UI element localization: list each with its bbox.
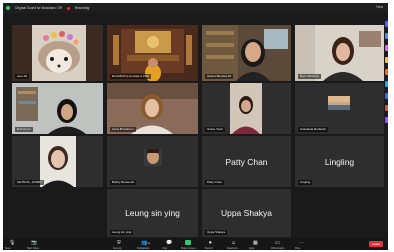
participants-label: Participants (137, 247, 150, 250)
chat-button[interactable]: 💬 Chat (162, 240, 172, 250)
participant-photo (202, 25, 291, 81)
video-tile[interactable]: Patty Chan Patty Chan (202, 136, 291, 187)
recording-label: Recording (74, 6, 90, 10)
shrine-photo (107, 25, 198, 81)
reactions-button[interactable]: ☺ Reactions (227, 240, 238, 250)
participant-name: Bryn Kitchens (298, 74, 321, 79)
video-tile[interactable]: GETNOS, JASMN (12, 136, 103, 187)
participants-button[interactable]: 👥14 Participants (137, 240, 151, 250)
video-tile[interactable]: Hanna Benidet-04 (202, 25, 291, 81)
whiteboards-button[interactable]: ▭ Whiteboards (271, 240, 284, 250)
mute-label: Mute (5, 247, 11, 250)
participant-name: Anastasia Rodamin (298, 127, 329, 132)
participant-name: Lingling (298, 180, 313, 185)
participants-count: 14 (147, 242, 151, 245)
participant-name: Hanna Benidet-04 (205, 74, 234, 79)
more-label: More (295, 247, 301, 250)
participant-name: Bobby Berwerds (110, 180, 137, 185)
app-icon[interactable] (385, 93, 388, 99)
video-tile[interactable]: Lingling Lingling (295, 136, 384, 187)
video-tile[interactable]: Bryn Kitchens (295, 25, 384, 81)
participant-name: Grace Yeah (205, 127, 225, 132)
meeting-toolbar: 🎙 Mute 📷 Start Video ⛨ Security 👥14 Particip… (3, 238, 388, 250)
video-tile[interactable]: Anna Brusdmen (107, 83, 198, 134)
video-label: Start Video (27, 247, 39, 250)
mute-button[interactable]: 🎙 Mute (5, 240, 15, 250)
video-button[interactable]: 📷 Start Video (27, 240, 39, 250)
participant-name: Emma Lin (15, 127, 33, 132)
original-sound-label[interactable]: Original Sound for Musicians: Off (15, 6, 62, 10)
participant-name: Rev/ath(Ps) (ecc)apt a.CNN (110, 74, 152, 79)
video-tile[interactable]: Bobby Berwerds (107, 136, 198, 187)
app-icon[interactable] (385, 33, 388, 39)
app-icon[interactable] (385, 57, 388, 63)
participant-name: user-01 (15, 74, 30, 79)
share-label: Share Screen (181, 247, 196, 250)
video-tile[interactable]: Leung sin ying Leung sin ying (107, 189, 198, 237)
participant-name: Patty Chan (205, 180, 224, 185)
participant-name: Anna Brusdmen (110, 127, 136, 132)
app-sidebar (385, 21, 388, 129)
video-tile[interactable]: Grace Yeah (202, 83, 291, 134)
security-label: Security (113, 247, 122, 250)
zoom-window: user-01 Rev/ath(Ps) (ecc)apt a.CNN Hanna… (3, 3, 388, 248)
gallery-grid: user-01 Rev/ath(Ps) (ecc)apt a.CNN Hanna… (3, 3, 388, 248)
participant-name: Uppa Shakya (205, 230, 228, 235)
video-tile[interactable]: user-01 (12, 25, 103, 81)
more-button[interactable]: ⋯ More (295, 240, 304, 250)
chat-label: Chat (162, 247, 168, 250)
title-bar: Original Sound for Musicians: Off Record… (3, 3, 388, 13)
video-tile[interactable]: Uppa Shakya Uppa Shakya (202, 189, 291, 237)
view-button[interactable]: View (376, 5, 383, 9)
app-icon[interactable] (385, 117, 388, 123)
video-tile[interactable]: Anastasia Rodamin (295, 83, 384, 134)
security-button[interactable]: ⛨ Security (113, 240, 122, 250)
hedgehog-photo (12, 25, 103, 81)
recording-icon (66, 6, 70, 10)
video-tile[interactable]: Emma Lin (12, 83, 103, 134)
participant-name: GETNOS, JASMN (15, 180, 44, 185)
share-screen-icon (185, 240, 191, 245)
app-icon[interactable] (385, 105, 388, 111)
app-icon[interactable] (385, 45, 388, 51)
reactions-label: Reactions (227, 247, 238, 250)
shield-icon[interactable] (6, 6, 10, 10)
leave-button[interactable]: Leave (369, 241, 383, 247)
record-button[interactable]: ⏺ Record (205, 240, 213, 250)
app-icon[interactable] (385, 21, 388, 27)
whiteboards-label: Whiteboards (271, 247, 285, 250)
record-label: Record (205, 247, 213, 250)
apps-button[interactable]: ▦ Apps (249, 240, 258, 250)
video-tile[interactable]: Rev/ath(Ps) (ecc)apt a.CNN (107, 25, 198, 81)
participant-name: Leung sin ying (110, 230, 134, 235)
share-screen-button[interactable]: Share Screen (181, 240, 196, 250)
apps-label: Apps (249, 247, 255, 250)
participant-photo (295, 25, 384, 81)
app-icon[interactable] (385, 81, 388, 87)
app-icon[interactable] (385, 69, 388, 75)
